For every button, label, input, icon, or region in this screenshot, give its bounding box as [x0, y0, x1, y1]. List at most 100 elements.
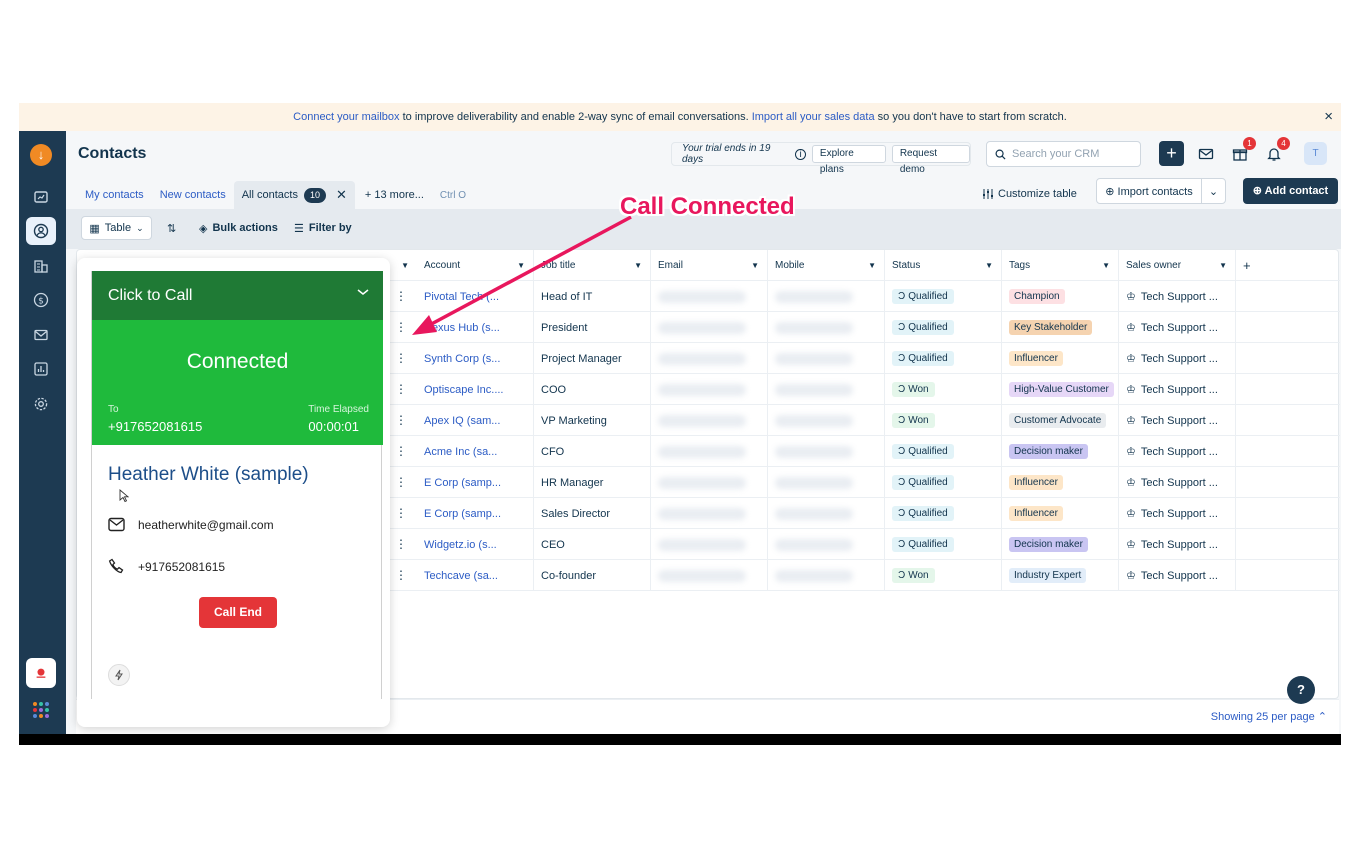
account-cell[interactable]: Techcave (sa...: [417, 560, 534, 591]
gift-icon[interactable]: 1: [1230, 137, 1256, 164]
email-cell[interactable]: [651, 560, 768, 591]
status-cell[interactable]: Ɔ Won: [885, 374, 1002, 405]
tags-cell[interactable]: Customer Advocate: [1002, 405, 1119, 436]
tags-cell[interactable]: Decision maker: [1002, 529, 1119, 560]
sidebar-reports-icon[interactable]: [26, 355, 56, 383]
email-cell[interactable]: [651, 498, 768, 529]
sidebar-dashboard-icon[interactable]: [26, 183, 56, 211]
banner-close-icon[interactable]: ×: [1324, 108, 1333, 125]
email-cell[interactable]: [651, 405, 768, 436]
close-tab-icon[interactable]: ✕: [336, 181, 347, 209]
per-page-selector[interactable]: Showing 25 per page ⌃: [1211, 710, 1327, 723]
sales-owner-cell[interactable]: ♔ Tech Support ...: [1119, 312, 1236, 343]
tags-cell[interactable]: Champion: [1002, 281, 1119, 312]
status-cell[interactable]: Ɔ Qualified: [885, 498, 1002, 529]
column-header-email[interactable]: Email ▼: [651, 250, 768, 281]
sales-owner-cell[interactable]: ♔ Tech Support ...: [1119, 281, 1236, 312]
mobile-cell[interactable]: [768, 312, 885, 343]
sidebar-settings-icon[interactable]: [26, 390, 56, 418]
column-header-sales-owner[interactable]: Sales owner ▼: [1119, 250, 1236, 281]
tab-my-contacts[interactable]: My contacts: [77, 181, 152, 209]
chevron-down-icon[interactable]: ⌄: [1201, 179, 1225, 203]
sales-owner-cell[interactable]: ♔ Tech Support ...: [1119, 529, 1236, 560]
connect-mailbox-link[interactable]: Connect your mailbox: [293, 111, 399, 123]
mobile-cell[interactable]: [768, 405, 885, 436]
lightning-icon[interactable]: [108, 664, 130, 686]
account-cell[interactable]: Optiscape Inc....: [417, 374, 534, 405]
sidebar-app-icon[interactable]: [26, 658, 56, 688]
customize-table-button[interactable]: Customize table: [982, 183, 1077, 205]
row-menu-icon[interactable]: ⋮: [395, 289, 407, 303]
chevron-down-icon[interactable]: ▼: [985, 261, 993, 270]
app-switcher-icon[interactable]: [33, 702, 49, 718]
row-menu-icon[interactable]: ⋮: [395, 506, 407, 520]
status-cell[interactable]: Ɔ Qualified: [885, 343, 1002, 374]
sidebar-accounts-icon[interactable]: [26, 252, 56, 280]
mobile-cell[interactable]: [768, 498, 885, 529]
sales-owner-cell[interactable]: ♔ Tech Support ...: [1119, 560, 1236, 591]
email-cell[interactable]: [651, 467, 768, 498]
chevron-down-icon[interactable]: ▼: [634, 261, 642, 270]
email-cell[interactable]: [651, 374, 768, 405]
tags-cell[interactable]: Influencer: [1002, 467, 1119, 498]
row-menu-icon[interactable]: ⋮: [395, 537, 407, 551]
status-cell[interactable]: Ɔ Won: [885, 405, 1002, 436]
tags-cell[interactable]: Influencer: [1002, 343, 1119, 374]
account-cell[interactable]: Acme Inc (sa...: [417, 436, 534, 467]
sidebar-mail-icon[interactable]: [26, 321, 56, 349]
account-cell[interactable]: Widgetz.io (s...: [417, 529, 534, 560]
account-cell[interactable]: Nexus Hub (s...: [417, 312, 534, 343]
column-header-mobile[interactable]: Mobile ▼: [768, 250, 885, 281]
request-demo-button[interactable]: Request demo: [891, 145, 970, 175]
status-cell[interactable]: Ɔ Qualified: [885, 281, 1002, 312]
mobile-cell[interactable]: [768, 343, 885, 374]
mobile-cell[interactable]: [768, 529, 885, 560]
import-data-link[interactable]: Import all your sales data: [752, 111, 875, 123]
tab-new-contacts[interactable]: New contacts: [152, 181, 234, 209]
column-header-tags[interactable]: Tags ▼: [1002, 250, 1119, 281]
tags-cell[interactable]: High-Value Customer: [1002, 374, 1119, 405]
tab-all-contacts[interactable]: All contacts 10 ✕: [233, 181, 355, 209]
column-header-status[interactable]: Status ▼: [885, 250, 1002, 281]
mobile-cell[interactable]: [768, 374, 885, 405]
email-cell[interactable]: [651, 312, 768, 343]
tags-cell[interactable]: Influencer: [1002, 498, 1119, 529]
status-cell[interactable]: Ɔ Qualified: [885, 312, 1002, 343]
more-views-button[interactable]: + 13 more...: [365, 189, 424, 201]
call-widget-header[interactable]: Click to Call: [92, 271, 383, 320]
add-column-button[interactable]: +: [1236, 250, 1340, 281]
view-select[interactable]: ▦ Table ⌄: [81, 216, 152, 240]
row-menu-icon[interactable]: ⋮: [395, 320, 407, 334]
sales-owner-cell[interactable]: ♔ Tech Support ...: [1119, 343, 1236, 374]
app-logo-icon[interactable]: ↓: [30, 144, 52, 166]
mobile-cell[interactable]: [768, 560, 885, 591]
column-header-account[interactable]: Account ▼: [417, 250, 534, 281]
email-cell[interactable]: [651, 436, 768, 467]
status-cell[interactable]: Ɔ Won: [885, 560, 1002, 591]
explore-plans-button[interactable]: Explore plans: [811, 145, 886, 175]
mobile-cell[interactable]: [768, 281, 885, 312]
tags-cell[interactable]: Industry Expert: [1002, 560, 1119, 591]
row-menu-icon[interactable]: ⋮: [395, 382, 407, 396]
sidebar-deals-icon[interactable]: $: [26, 286, 56, 314]
import-contacts-button[interactable]: ⊕ Import contacts ⌄: [1096, 178, 1226, 204]
sales-owner-cell[interactable]: ♔ Tech Support ...: [1119, 498, 1236, 529]
account-cell[interactable]: E Corp (samp...: [417, 467, 534, 498]
quick-add-button[interactable]: +: [1159, 141, 1184, 166]
chevron-down-icon[interactable]: ▼: [401, 261, 409, 270]
search-input[interactable]: Search your CRM: [986, 141, 1141, 167]
call-end-button[interactable]: Call End: [199, 597, 277, 628]
account-cell[interactable]: Synth Corp (s...: [417, 343, 534, 374]
status-cell[interactable]: Ɔ Qualified: [885, 436, 1002, 467]
email-cell[interactable]: [651, 529, 768, 560]
email-cell[interactable]: [651, 281, 768, 312]
sales-owner-cell[interactable]: ♔ Tech Support ...: [1119, 374, 1236, 405]
chevron-down-icon[interactable]: ▼: [751, 261, 759, 270]
contact-name[interactable]: Heather White (sample): [108, 464, 309, 486]
account-cell[interactable]: E Corp (samp...: [417, 498, 534, 529]
column-header-job-title[interactable]: Job title ▼: [534, 250, 651, 281]
row-menu-icon[interactable]: ⋮: [395, 568, 407, 582]
bell-icon[interactable]: 4: [1264, 137, 1290, 164]
sales-owner-cell[interactable]: ♔ Tech Support ...: [1119, 436, 1236, 467]
mobile-cell[interactable]: [768, 436, 885, 467]
